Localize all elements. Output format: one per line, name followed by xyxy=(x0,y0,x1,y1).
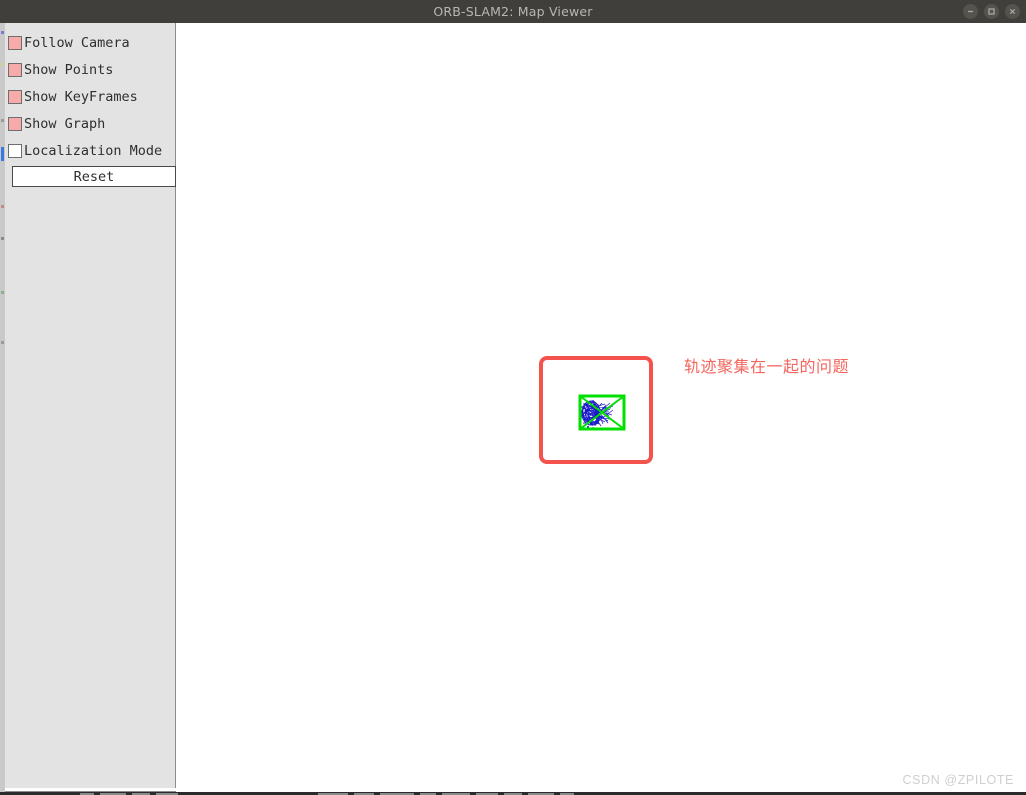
close-button[interactable] xyxy=(1005,4,1020,19)
checkbox-box-show-points[interactable] xyxy=(8,63,22,77)
checkbox-label-localization-mode: Localization Mode xyxy=(24,143,163,159)
checkbox-box-show-graph[interactable] xyxy=(8,117,22,131)
map-point-cloud-cluster xyxy=(575,390,631,440)
checkbox-label-follow-camera: Follow Camera xyxy=(24,35,130,51)
checkbox-label-show-graph: Show Graph xyxy=(24,116,106,132)
watermark: CSDN @ZPILOTE xyxy=(902,773,1014,787)
map-viewport[interactable] xyxy=(177,23,1026,793)
minimize-icon xyxy=(966,7,975,16)
close-icon xyxy=(1008,7,1017,16)
control-panel-sidebar: Follow Camera Show Points Show KeyFrames… xyxy=(5,23,176,788)
checkbox-localization-mode[interactable]: Localization Mode xyxy=(8,140,162,162)
checkbox-box-follow-camera[interactable] xyxy=(8,36,22,50)
checkbox-follow-camera[interactable]: Follow Camera xyxy=(8,32,130,54)
checkbox-box-localization-mode[interactable] xyxy=(8,144,22,158)
checkbox-show-graph[interactable]: Show Graph xyxy=(8,113,105,135)
window-controls xyxy=(963,0,1020,23)
annotation-label: 轨迹聚集在一起的问题 xyxy=(684,357,850,376)
maximize-button[interactable] xyxy=(984,4,999,19)
window-titlebar[interactable]: ORB-SLAM2: Map Viewer xyxy=(0,0,1026,23)
checkbox-show-keyframes[interactable]: Show KeyFrames xyxy=(8,86,138,108)
checkbox-box-show-keyframes[interactable] xyxy=(8,90,22,104)
orb-slam2-map-viewer-window: ORB-SLAM2: Map Viewer Follow Camera Show… xyxy=(0,0,1026,795)
minimize-button[interactable] xyxy=(963,4,978,19)
checkbox-label-show-keyframes: Show KeyFrames xyxy=(24,89,138,105)
window-title: ORB-SLAM2: Map Viewer xyxy=(433,4,593,19)
checkbox-show-points[interactable]: Show Points xyxy=(8,59,113,81)
map-render-svg xyxy=(578,394,626,431)
maximize-icon xyxy=(987,7,996,16)
checkbox-label-show-points: Show Points xyxy=(24,62,114,78)
reset-button[interactable]: Reset xyxy=(12,166,176,187)
